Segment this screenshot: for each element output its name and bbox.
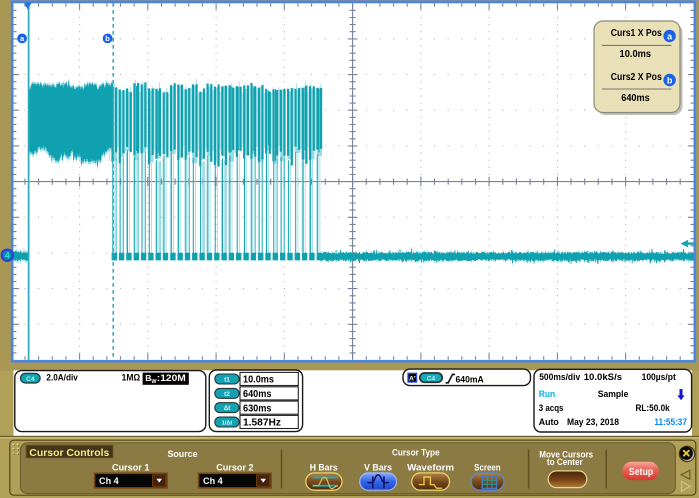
svg-text:640ms: 640ms [243,389,272,400]
svg-text:Curs2 X Pos: Curs2 X Pos [611,72,662,83]
svg-text:100µs/pt: 100µs/pt [642,372,677,383]
svg-text:V Bars: V Bars [364,462,392,473]
svg-text:10.0ms: 10.0ms [620,49,652,60]
svg-text:to Center: to Center [547,457,583,468]
svg-text:500ms/div: 500ms/div [539,372,581,383]
svg-text:3 acqs: 3 acqs [539,403,564,414]
svg-text:Run: Run [539,389,556,400]
svg-text:b: b [105,34,110,43]
svg-text:1MΩ: 1MΩ [122,373,141,383]
svg-text:RL:50.0k: RL:50.0k [636,403,671,414]
svg-text:11:55:37: 11:55:37 [654,417,687,428]
svg-text:C4: C4 [26,376,35,383]
svg-text:A': A' [409,375,416,382]
svg-text:630ms: 630ms [243,403,272,414]
svg-text:Source: Source [168,449,198,460]
svg-text:b: b [667,75,673,85]
svg-text:4: 4 [5,251,10,261]
svg-text:May 23, 2018: May 23, 2018 [567,417,620,428]
svg-text:1/Δt: 1/Δt [222,421,233,427]
svg-text:Auto: Auto [539,417,559,428]
svg-text:10.0kS/s: 10.0kS/s [584,372,622,383]
svg-text:Cursor Controls: Cursor Controls [29,448,109,459]
svg-text:640mA: 640mA [456,374,484,385]
svg-text:Ch 4: Ch 4 [203,476,223,487]
svg-text:Δt: Δt [224,405,232,412]
svg-text:Ch 4: Ch 4 [99,476,119,487]
svg-text:t1: t1 [224,377,230,384]
svg-text:640ms: 640ms [621,93,650,104]
svg-text:Cursor 1: Cursor 1 [112,463,150,474]
svg-text:Cursor 2: Cursor 2 [216,463,253,474]
svg-text:Cursor Type: Cursor Type [392,448,440,459]
svg-text:Waveform: Waveform [407,462,454,473]
svg-text:H Bars: H Bars [310,462,338,473]
svg-text:10.0ms: 10.0ms [243,375,275,386]
svg-text::120M: :120M [157,373,186,383]
svg-text:C4: C4 [427,375,436,382]
svg-text:Curs1 X Pos: Curs1 X Pos [611,28,662,39]
svg-text:1.587Hz: 1.587Hz [243,418,281,429]
svg-text:Setup: Setup [629,467,654,478]
svg-text:Sample: Sample [598,389,629,400]
svg-text:2.0A/div: 2.0A/div [46,373,77,383]
svg-text:t2: t2 [224,391,230,398]
svg-text:Screen: Screen [474,462,501,473]
